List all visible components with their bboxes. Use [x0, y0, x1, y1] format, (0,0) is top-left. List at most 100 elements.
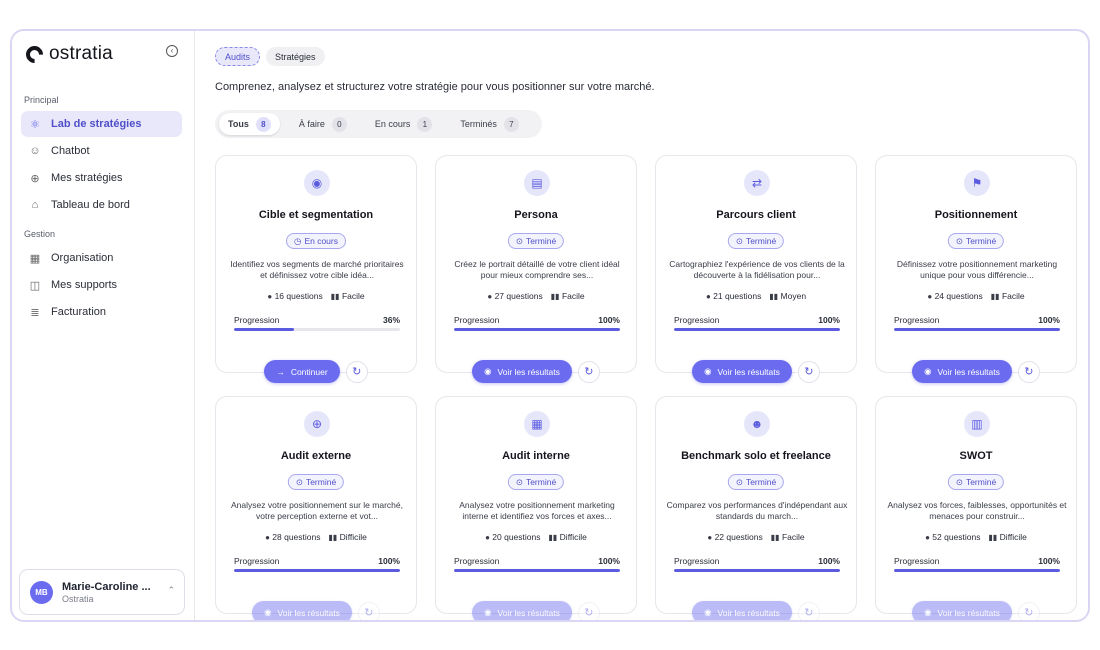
card-title: Audit externe [280, 450, 352, 462]
restart-button[interactable]: ↻ [577, 360, 600, 383]
continue-button[interactable]: → Continuer [264, 360, 340, 383]
restart-button[interactable]: ↻ [345, 360, 368, 383]
action-label: Continuer [290, 366, 328, 377]
sidebar-item-dashboard[interactable]: ⌂ Tableau de bord [21, 192, 182, 218]
logo[interactable]: ostratia [22, 41, 113, 67]
status-badge: ⊙ Terminé [507, 233, 565, 249]
view-results-button[interactable]: ◉ Voir les résultats [692, 360, 792, 383]
card-meta: ● 27 questions ▮▮ Facile [436, 291, 636, 301]
target-icon: ◉ [304, 170, 330, 196]
status-label: Terminé [965, 236, 997, 246]
view-results-button[interactable]: ◉ Voir les résultats [252, 601, 352, 620]
filter-label: En cours [374, 119, 411, 129]
view-results-button[interactable]: ◉ Voir les résultats [472, 360, 572, 383]
progress-row: Progression 100% [674, 315, 840, 325]
filter-2[interactable]: En cours 1 [366, 113, 442, 135]
sidebar-item-lab[interactable]: ⚛ Lab de stratégies [21, 111, 182, 137]
filter-1[interactable]: À faire 0 [290, 113, 356, 135]
audit-card[interactable]: ◉ Cible et segmentation ◷ En cours Ident… [215, 155, 417, 383]
filter-label: Terminés [460, 119, 497, 129]
difficulty-icon: ▮▮ [770, 533, 780, 542]
card-actions: ◉ Voir les résultats ↻ [876, 360, 1076, 383]
sidebar-item-label: Chatbot [51, 145, 90, 157]
sidebar-item-chat[interactable]: ☺ Chatbot [21, 138, 182, 164]
difficulty-icon: ▮▮ [328, 533, 338, 542]
app-frame: ostratia ‹ Principal ⚛ Lab de stratégies ☺… [10, 29, 1090, 622]
eye-icon: ◉ [264, 607, 272, 617]
progress-percent: 100% [818, 556, 840, 566]
filter-3[interactable]: Terminés 7 [451, 113, 528, 135]
view-results-button[interactable]: ◉ Voir les résultats [692, 601, 792, 620]
audit-card[interactable]: ▥ SWOT ⊙ Terminé Analysez vos forces, fa… [875, 396, 1077, 620]
question-icon: ● [705, 292, 711, 301]
filter-count-badge: 7 [503, 116, 519, 132]
question-count: 21 questions [713, 291, 762, 301]
progress-label: Progression [454, 556, 500, 566]
refresh-icon: ↻ [804, 366, 814, 378]
sidebar-item-compass[interactable]: ⊕ Mes stratégies [21, 165, 182, 191]
view-results-button[interactable]: ◉ Voir les résultats [912, 360, 1012, 383]
status-badge: ⊙ Terminé [727, 474, 785, 490]
refresh-icon: ↻ [1024, 366, 1034, 378]
user-name: Marie-Caroline ... [62, 580, 151, 593]
restart-button[interactable]: ↻ [357, 601, 380, 620]
card-description: Comparez vos performances d'indépendant … [666, 500, 848, 521]
view-results-button[interactable]: ◉ Voir les résultats [912, 601, 1012, 620]
question-icon: ● [267, 292, 273, 301]
question-count: 20 questions [492, 532, 541, 542]
user-menu[interactable]: MB Marie-Caroline ... Ostratia ⌃ [19, 569, 185, 615]
progress-percent: 100% [598, 315, 620, 325]
difficulty-level: Difficile [559, 532, 587, 542]
card-title: Persona [514, 209, 558, 221]
card-title: Benchmark solo et freelance [681, 450, 831, 462]
check-circle-icon: ⊙ [515, 235, 523, 246]
tab-stratgies[interactable]: Stratégies [266, 47, 325, 66]
filter-bar: Tous 8 À faire 0 En cours 1 Terminés 7 [215, 110, 542, 138]
question-icon: ● [925, 533, 930, 542]
action-label: Voir les résultats [497, 366, 560, 377]
audit-card[interactable]: ▦ Audit interne ⊙ Terminé Analysez votre… [435, 396, 637, 620]
restart-button[interactable]: ↻ [797, 360, 820, 383]
action-label: Voir les résultats [937, 607, 1000, 618]
difficulty-level: Difficile [339, 532, 367, 542]
eye-icon: ◉ [484, 366, 492, 376]
audit-card[interactable]: ⚑ Positionnement ⊙ Terminé Définissez vo… [875, 155, 1077, 383]
restart-button[interactable]: ↻ [577, 601, 600, 620]
audit-card[interactable]: ⇄ Parcours client ⊙ Terminé Cartographie… [655, 155, 857, 383]
question-icon: ● [265, 533, 270, 542]
view-results-button[interactable]: ◉ Voir les résultats [472, 601, 572, 620]
progress-label: Progression [674, 556, 720, 566]
tab-audits[interactable]: Audits [215, 47, 261, 66]
progress-fill [234, 328, 294, 331]
eye-icon: ◉ [924, 607, 932, 617]
audit-card[interactable]: ⊕ Audit externe ⊙ Terminé Analysez votre… [215, 396, 417, 620]
question-count: 52 questions [932, 532, 981, 542]
check-circle-icon: ⊙ [735, 235, 743, 246]
status-label: Terminé [525, 236, 557, 246]
progress-bar [894, 569, 1060, 572]
check-circle-icon: ⊙ [955, 476, 963, 487]
audit-card[interactable]: ☻ Benchmark solo et freelance ⊙ Terminé … [655, 396, 857, 620]
check-circle-icon: ⊙ [515, 476, 523, 487]
check-circle-icon: ⊙ [955, 235, 963, 246]
restart-button[interactable]: ↻ [1017, 601, 1040, 620]
sidebar-item-invoice[interactable]: ≣ Facturation [21, 299, 182, 325]
restart-button[interactable]: ↻ [797, 601, 820, 620]
building-icon: ▦ [524, 411, 550, 437]
audit-card[interactable]: ▤ Persona ⊙ Terminé Créez le portrait dé… [435, 155, 637, 383]
card-description: Cartographiez l'expérience de vos client… [669, 259, 845, 280]
card-actions: ◉ Voir les résultats ↻ [436, 601, 636, 620]
sidebar-item-building[interactable]: ▦ Organisation [21, 245, 182, 271]
refresh-icon: ↻ [804, 607, 814, 619]
status-badge: ⊙ Terminé [507, 474, 565, 490]
question-icon: ● [927, 292, 933, 301]
sidebar-item-folder[interactable]: ◫ Mes supports [21, 272, 182, 298]
difficulty-icon: ▮▮ [990, 292, 1000, 301]
collapse-sidebar-icon[interactable]: ‹ [166, 45, 178, 57]
action-label: Voir les résultats [497, 607, 560, 618]
restart-button[interactable]: ↻ [1017, 360, 1040, 383]
card-meta: ● 16 questions ▮▮ Facile [216, 291, 416, 301]
filter-0[interactable]: Tous 8 [219, 113, 280, 135]
building-icon: ▦ [29, 252, 41, 265]
id-card-icon: ▤ [524, 170, 550, 196]
